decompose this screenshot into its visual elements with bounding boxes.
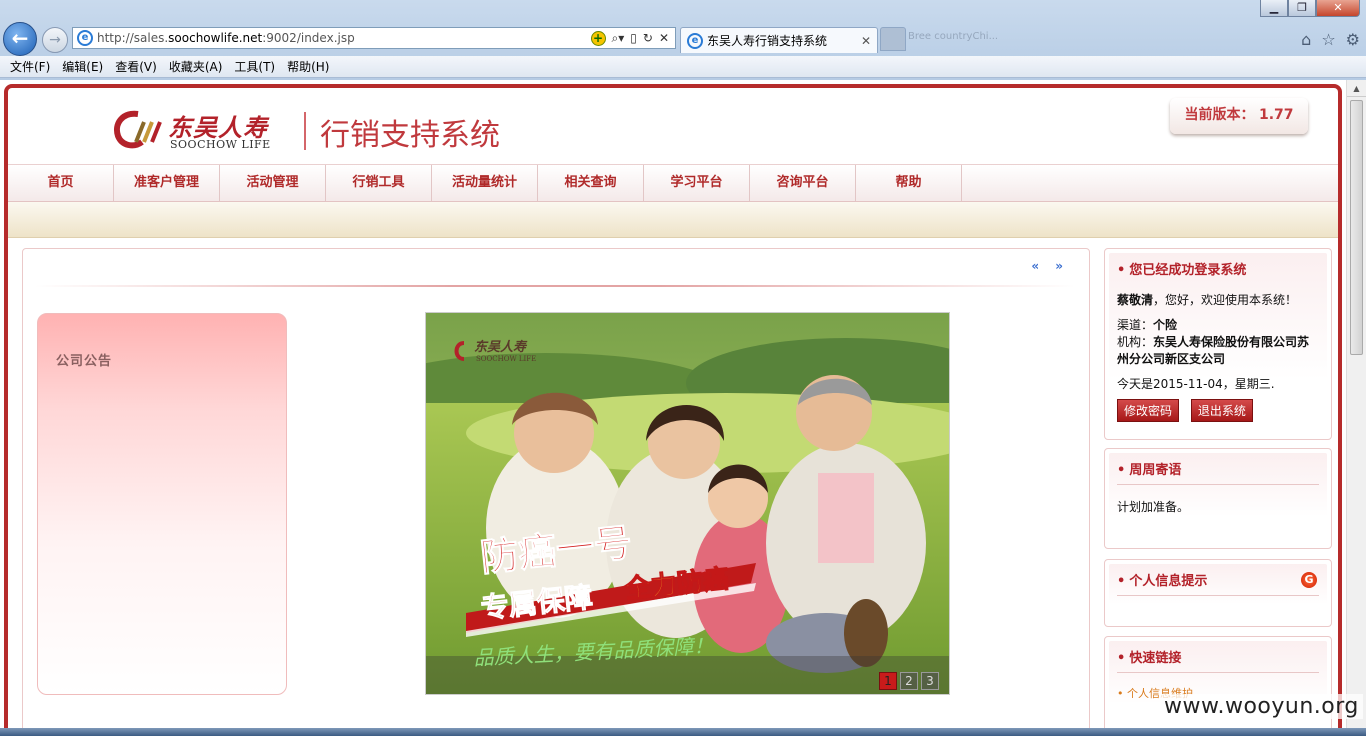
nav-related-query[interactable]: 相关查询	[538, 165, 644, 201]
settings-gear-icon[interactable]: ⚙	[1346, 30, 1360, 49]
nav-prospect-management[interactable]: 准客户管理	[114, 165, 220, 201]
browser-tab-background[interactable]: Bree countryChi...	[908, 31, 1078, 49]
ie-icon: e	[77, 30, 93, 46]
main-nav: 首页 准客户管理 活动管理 行销工具 活动量统计 相关查询 学习平台 咨询平台 …	[8, 164, 1338, 202]
back-arrow-icon[interactable]: ←	[3, 22, 37, 56]
channel-value: 个险	[1153, 318, 1178, 332]
new-tab-button[interactable]	[880, 27, 906, 51]
taskbar	[0, 728, 1366, 736]
promo-banner[interactable]: 东吴人寿 SOOCHOW LIFE 防癌一号 专属保障 全力防癌 品质人生，要有…	[425, 312, 950, 695]
greeting-text: ，您好，欢迎使用本系统！	[1153, 293, 1298, 307]
address-url[interactable]: http://sales.soochowlife.net:9002/index.…	[97, 31, 591, 45]
login-title: 您已经成功登录系统	[1117, 259, 1319, 284]
refresh-icon[interactable]: ↻	[643, 31, 653, 46]
header-divider	[304, 112, 306, 150]
menu-favorites[interactable]: 收藏夹(A)	[163, 58, 229, 75]
version-badge: 当前版本： 1.77	[1170, 98, 1308, 134]
personal-info-panel: 个人信息提示 G	[1104, 559, 1332, 627]
favorites-star-icon[interactable]: ☆	[1321, 30, 1335, 49]
weekly-message-panel: 周周寄语 计划加准备。	[1104, 448, 1332, 549]
logout-button[interactable]: 退出系统	[1190, 399, 1253, 422]
forward-arrow-icon[interactable]: →	[42, 27, 68, 53]
banner-pager: 1 2 3	[879, 672, 939, 690]
channel-label: 渠道：	[1117, 318, 1154, 332]
banner-logo-en: SOOCHOW LIFE	[476, 355, 536, 363]
menu-tools[interactable]: 工具(T)	[228, 58, 281, 75]
web-page: 东吴人寿 SOOCHOW LIFE 行销支持系统 当前版本： 1.77 首页 准…	[0, 80, 1366, 728]
logo-mark-icon	[114, 110, 162, 149]
date-text: 今天是2015-11-04，星期三.	[1117, 377, 1275, 391]
watermark: www.wooyun.org	[1160, 694, 1363, 719]
version-label: 当前版本：	[1184, 107, 1255, 123]
minimize-icon[interactable]: ▁	[1260, 0, 1288, 17]
tab-ie-icon: e	[687, 32, 703, 49]
compat-icon[interactable]: +	[590, 30, 606, 46]
company-logo[interactable]: 东吴人寿 SOOCHOW LIFE	[112, 108, 292, 152]
tab-close-icon[interactable]: ✕	[861, 34, 871, 48]
browser-chrome: ▁ ❐ ✕ ← → e http://sales.soochowlife.net…	[0, 0, 1366, 80]
stop-icon[interactable]: ✕	[659, 31, 669, 46]
login-info-panel: 您已经成功登录系统 蔡敬清，您好，欢迎使用本系统！ 渠道：个险 机构：东吴人寿保…	[1104, 248, 1332, 440]
tab-title: 东吴人寿行销支持系统	[707, 34, 828, 48]
browser-tab-active[interactable]: e 东吴人寿行销支持系统 ✕	[680, 27, 878, 53]
window-controls: ▁ ❐ ✕	[1260, 0, 1360, 17]
weekly-text: 计划加准备。	[1117, 500, 1190, 514]
system-title: 行销支持系统	[320, 118, 500, 153]
nav-activity-management[interactable]: 活动管理	[220, 165, 326, 201]
notice-title: 公司公告	[56, 354, 113, 369]
banner-page-2[interactable]: 2	[900, 672, 918, 690]
menu-edit[interactable]: 编辑(E)	[56, 58, 109, 75]
banner-logo-cn: 东吴人寿	[474, 339, 528, 355]
scrollbar-thumb[interactable]	[1350, 100, 1363, 355]
weekly-title: 周周寄语	[1117, 459, 1319, 485]
scroll-arrows[interactable]: « »	[1031, 259, 1069, 273]
compatibility-view-icon[interactable]: ▯	[630, 31, 637, 46]
org-label: 机构：	[1117, 335, 1154, 349]
search-icon[interactable]: ⌕▾	[612, 31, 625, 46]
menu-help[interactable]: 帮助(H)	[281, 58, 335, 75]
nav-learning-platform[interactable]: 学习平台	[644, 165, 750, 201]
close-icon[interactable]: ✕	[1316, 0, 1360, 17]
user-name: 蔡敬清	[1117, 293, 1154, 307]
nav-consulting-platform[interactable]: 咨询平台	[750, 165, 856, 201]
menu-bar: 文件(F) 编辑(E) 查看(V) 收藏夹(A) 工具(T) 帮助(H)	[0, 56, 1366, 78]
main-divider	[35, 285, 1075, 287]
address-bar[interactable]: e http://sales.soochowlife.net:9002/inde…	[72, 27, 676, 49]
personal-info-title: 个人信息提示	[1117, 570, 1319, 596]
refresh-circle-icon[interactable]: G	[1301, 572, 1317, 588]
restore-icon[interactable]: ❐	[1288, 0, 1316, 17]
banner-page-1[interactable]: 1	[879, 672, 897, 690]
nav-activity-stats[interactable]: 活动量统计	[432, 165, 538, 201]
page-scrollbar[interactable]: ▲	[1346, 80, 1366, 728]
menu-file[interactable]: 文件(F)	[4, 58, 56, 75]
nav-help[interactable]: 帮助	[856, 165, 962, 201]
quick-links-title: 快速链接	[1117, 647, 1319, 673]
scroll-up-icon[interactable]: ▲	[1347, 80, 1366, 97]
home-icon[interactable]: ⌂	[1301, 30, 1311, 49]
menu-view[interactable]: 查看(V)	[109, 58, 163, 75]
company-notice-panel: 公司公告	[37, 313, 287, 695]
main-content-box: « » 公司公告 东吴人寿 SOOCHOW LIFE 防癌一号 专属保障 全力防…	[22, 248, 1090, 728]
page-frame: 东吴人寿 SOOCHOW LIFE 行销支持系统 当前版本： 1.77 首页 准…	[4, 84, 1342, 728]
nav-marketing-tools[interactable]: 行销工具	[326, 165, 432, 201]
version-value: 1.77	[1258, 107, 1294, 123]
change-password-button[interactable]: 修改密码	[1117, 399, 1180, 422]
banner-page-3[interactable]: 3	[921, 672, 939, 690]
sub-nav-bar	[8, 202, 1338, 238]
nav-home[interactable]: 首页	[8, 165, 114, 201]
banner-image: 东吴人寿 SOOCHOW LIFE 防癌一号 专属保障 全力防癌 品质人生，要有…	[426, 313, 949, 694]
logo-english-text: SOOCHOW LIFE	[170, 138, 271, 151]
